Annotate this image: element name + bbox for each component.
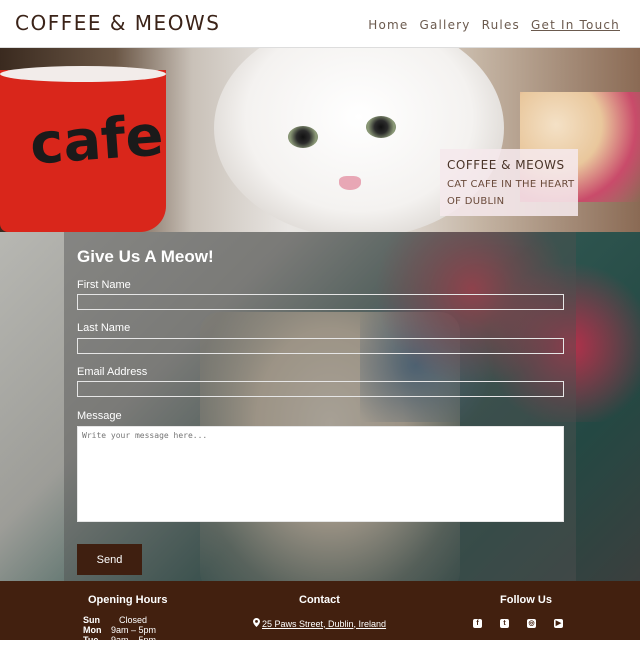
site-footer: Opening Hours Sun Closed Mon 9am – 5pm T… <box>0 581 640 645</box>
form-title: Give Us A Meow! <box>77 247 214 266</box>
hours-row: Sun Closed <box>83 615 156 625</box>
cat-eye-right <box>366 116 396 138</box>
cat-eye-left <box>288 126 318 148</box>
coffee-cup-rim <box>0 66 166 82</box>
hours-row: Tue 9am – 5pm <box>83 635 156 645</box>
cat-nose <box>339 176 361 190</box>
contact-form: Give Us A Meow! First Name Last Name Ema… <box>64 232 576 581</box>
youtube-icon[interactable]: ▶ <box>554 619 563 628</box>
hero-tagline-title: COFFEE & MEOWS <box>447 158 565 172</box>
address-text[interactable]: 25 Paws Street, Dublin, Ireland <box>262 619 386 629</box>
cup-logo-text: cafe <box>27 103 166 178</box>
hero-banner: cafe COFFEE & MEOWS CAT CAFE IN THE HEAR… <box>0 48 640 232</box>
first-name-input[interactable] <box>77 294 564 310</box>
last-name-label: Last Name <box>77 322 131 334</box>
send-button[interactable]: Send <box>77 544 142 575</box>
email-label: Email Address <box>77 366 148 378</box>
main-nav: Home Gallery Rules Get In Touch <box>368 18 620 32</box>
map-pin-icon <box>253 618 260 629</box>
twitter-icon[interactable]: t <box>500 619 509 628</box>
nav-home[interactable]: Home <box>368 18 408 32</box>
hours-time: Closed <box>119 615 148 625</box>
facebook-icon[interactable]: f <box>473 619 482 628</box>
address-link[interactable]: 25 Paws Street, Dublin, Ireland <box>253 618 386 629</box>
hours-time: 9am – 5pm <box>111 635 157 645</box>
nav-gallery[interactable]: Gallery <box>419 18 470 32</box>
site-logo[interactable]: COFFEE & MEOWS <box>15 11 220 35</box>
opening-hours-list: Sun Closed Mon 9am – 5pm Tue 9am – 5pm <box>83 615 156 645</box>
hours-row: Mon 9am – 5pm <box>83 625 156 635</box>
instagram-icon[interactable]: ◎ <box>527 619 536 628</box>
hero-tagline-box: COFFEE & MEOWS CAT CAFE IN THE HEART OF … <box>440 149 578 216</box>
message-label: Message <box>77 410 122 422</box>
hero-tagline-subtitle: CAT CAFE IN THE HEART OF DUBLIN <box>447 179 575 207</box>
site-header: COFFEE & MEOWS Home Gallery Rules Get In… <box>0 0 640 48</box>
hours-day: Sun <box>83 615 100 625</box>
nav-get-in-touch[interactable]: Get In Touch <box>531 18 620 32</box>
email-input[interactable] <box>77 381 564 397</box>
nav-rules[interactable]: Rules <box>482 18 520 32</box>
hours-day: Mon <box>83 625 102 635</box>
last-name-input[interactable] <box>77 338 564 354</box>
first-name-label: First Name <box>77 279 131 291</box>
contact-title: Contact <box>299 594 340 606</box>
social-links: f t ◎ ▶ <box>473 619 563 628</box>
message-textarea[interactable] <box>77 426 564 522</box>
hours-day: Tue <box>83 635 99 645</box>
hours-time: 9am – 5pm <box>111 625 157 635</box>
follow-us-title: Follow Us <box>500 594 552 606</box>
opening-hours-title: Opening Hours <box>88 594 168 606</box>
